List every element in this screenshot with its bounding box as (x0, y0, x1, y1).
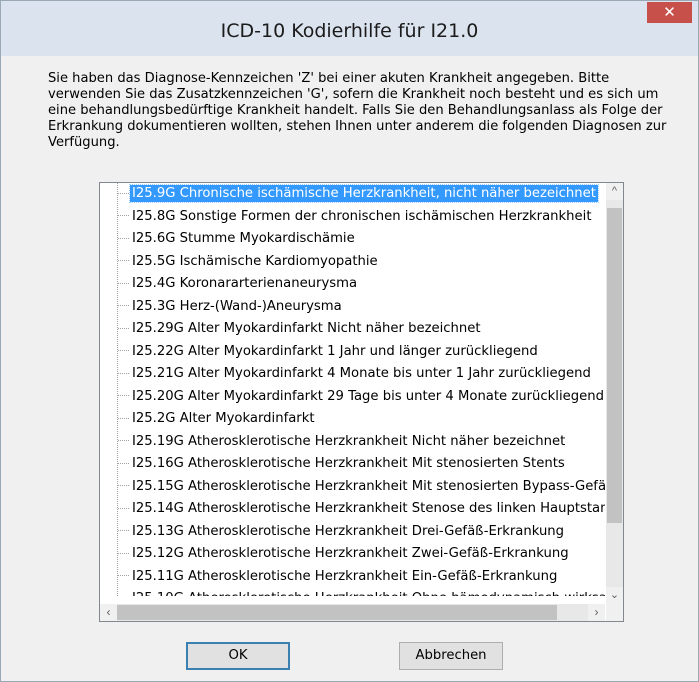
dialog-window: ICD-10 Kodierhilfe für I21.0 ✕ Sie haben… (0, 0, 699, 682)
tree-item-label: I25.8G Sonstige Formen der chronischen i… (132, 208, 592, 224)
chevron-right-icon: › (594, 605, 599, 619)
tree-item[interactable]: I25.11G Atherosklerotische Herzkrankheit… (118, 566, 559, 588)
tree-item[interactable]: I25.12G Atherosklerotische Herzkrankheit… (118, 543, 571, 565)
tree-item-label: I25.3G Herz-(Wand-)Aneurysma (132, 298, 342, 314)
tree-connector (118, 575, 129, 576)
tree-item-label: I25.20G Alter Myokardinfarkt 29 Tage bis… (132, 388, 604, 404)
tree-connector (118, 215, 129, 216)
tree-connector (118, 440, 129, 441)
tree-item[interactable]: I25.6G Stumme Myokardischämie (118, 228, 357, 250)
tree-item-label: I25.19G Atherosklerotische Herzkrankheit… (132, 433, 566, 449)
tree-item-label: I25.6G Stumme Myokardischämie (132, 231, 355, 246)
scroll-up-button[interactable]: ^ (606, 183, 623, 200)
tree-item[interactable]: I25.13G Atherosklerotische Herzkrankheit… (118, 521, 566, 543)
horizontal-scrollbar[interactable]: ‹ › (100, 604, 605, 621)
cancel-button[interactable]: Abbrechen (399, 642, 503, 670)
tree-item-label: I25.2G Alter Myokardinfarkt (132, 411, 315, 426)
tree-view[interactable]: I25.9G Chronische ischämische Herzkrankh… (100, 183, 605, 596)
chevron-left-icon: ‹ (106, 605, 111, 619)
tree-item-label: I25.16G Atherosklerotische Herzkrankheit… (132, 456, 565, 471)
tree-item[interactable]: I25.21G Alter Myokardinfarkt 4 Monate bi… (118, 363, 593, 385)
tree-connector (118, 507, 129, 509)
tree-connector (118, 552, 129, 554)
tree-item-label: I25.15G Atherosklerotische Herzkrankheit… (132, 478, 605, 494)
chevron-down-icon: ⌄ (609, 589, 620, 601)
tree-item-label: I25.10G Atherosklerotische Herzkrankheit… (130, 590, 605, 596)
tree-item[interactable]: I25.16G Atherosklerotische Herzkrankheit… (118, 453, 567, 475)
title-bar[interactable]: ICD-10 Kodierhilfe für I21.0 ✕ (1, 1, 698, 56)
tree-connector (118, 530, 129, 531)
close-button[interactable]: ✕ (647, 2, 692, 23)
tree-item-label: I25.9G Chronische ischämische Herzkrankh… (129, 184, 599, 203)
tree-item-label: I25.12G Atherosklerotische Herzkrankheit… (132, 546, 569, 561)
scroll-right-button[interactable]: › (588, 604, 605, 621)
scroll-down-button[interactable]: ⌄ (606, 587, 623, 604)
tree-item[interactable]: I25.8G Sonstige Formen der chronischen i… (118, 206, 594, 228)
tree-item[interactable]: I25.14G Atherosklerotische Herzkrankheit… (118, 498, 605, 520)
tree-connector (118, 485, 129, 486)
tree-item[interactable]: I25.4G Koronararterienaneurysma (118, 273, 359, 295)
tree-item-label: I25.21G Alter Myokardinfarkt 4 Monate bi… (132, 366, 591, 381)
scrollbar-corner (606, 604, 623, 621)
chevron-up-icon: ^ (611, 185, 618, 197)
tree-connector (118, 350, 129, 351)
tree-item-label: I25.29G Alter Myokardinfarkt Nicht näher… (132, 321, 481, 336)
tree-item[interactable]: I25.5G Ischämische Kardiomyopathie (118, 251, 380, 273)
tree-item-label: I25.22G Alter Myokardinfarkt 1 Jahr und … (132, 343, 538, 359)
close-icon: ✕ (663, 4, 676, 21)
tree-connector (118, 462, 129, 464)
tree-item-label: I25.13G Atherosklerotische Herzkrankheit… (132, 523, 565, 539)
tree-item[interactable]: I25.9G Chronische ischämische Herzkrankh… (118, 183, 599, 205)
tree-connector (118, 192, 129, 194)
tree-connector (118, 395, 129, 396)
tree-connector (118, 417, 129, 419)
tree-connector (118, 237, 129, 239)
vertical-scroll-thumb[interactable] (607, 208, 622, 523)
tree-item-label: I25.4G Koronararterienaneurysma (132, 276, 358, 291)
tree-item[interactable]: I25.22G Alter Myokardinfarkt 1 Jahr und … (118, 341, 540, 363)
tree-item[interactable]: I25.2G Alter Myokardinfarkt (118, 408, 317, 430)
vertical-scrollbar[interactable]: ^ ⌄ (606, 183, 623, 604)
tree-item[interactable]: I25.20G Alter Myokardinfarkt 29 Tage bis… (118, 386, 605, 408)
tree-connector (118, 327, 129, 329)
tree-connector (118, 260, 129, 261)
tree-item[interactable]: I25.10G Atherosklerotische Herzkrankheit… (118, 588, 605, 596)
tree-item[interactable]: I25.15G Atherosklerotische Herzkrankheit… (118, 476, 605, 498)
tree-connector (118, 305, 129, 306)
tree-item-label: I25.14G Atherosklerotische Herzkrankheit… (132, 501, 605, 516)
tree-item-label: I25.5G Ischämische Kardiomyopathie (132, 253, 378, 269)
tree-connector (118, 282, 129, 284)
tree-connector (118, 372, 129, 374)
tree-item[interactable]: I25.29G Alter Myokardinfarkt Nicht näher… (118, 318, 483, 340)
scroll-left-button[interactable]: ‹ (100, 604, 117, 621)
tree-item[interactable]: I25.3G Herz-(Wand-)Aneurysma (118, 296, 344, 318)
tree-item[interactable]: I25.19G Atherosklerotische Herzkrankheit… (118, 431, 567, 453)
window-title: ICD-10 Kodierhilfe für I21.0 (220, 20, 479, 42)
horizontal-scroll-thumb[interactable] (117, 605, 557, 620)
diagnosis-tree-list[interactable]: I25.9G Chronische ischämische Herzkrankh… (99, 182, 624, 622)
tree-item-label: I25.11G Atherosklerotische Herzkrankheit… (132, 568, 558, 584)
ok-button[interactable]: OK (186, 642, 290, 670)
dialog-message: Sie haben das Diagnose-Kennzeichen 'Z' b… (48, 71, 667, 150)
